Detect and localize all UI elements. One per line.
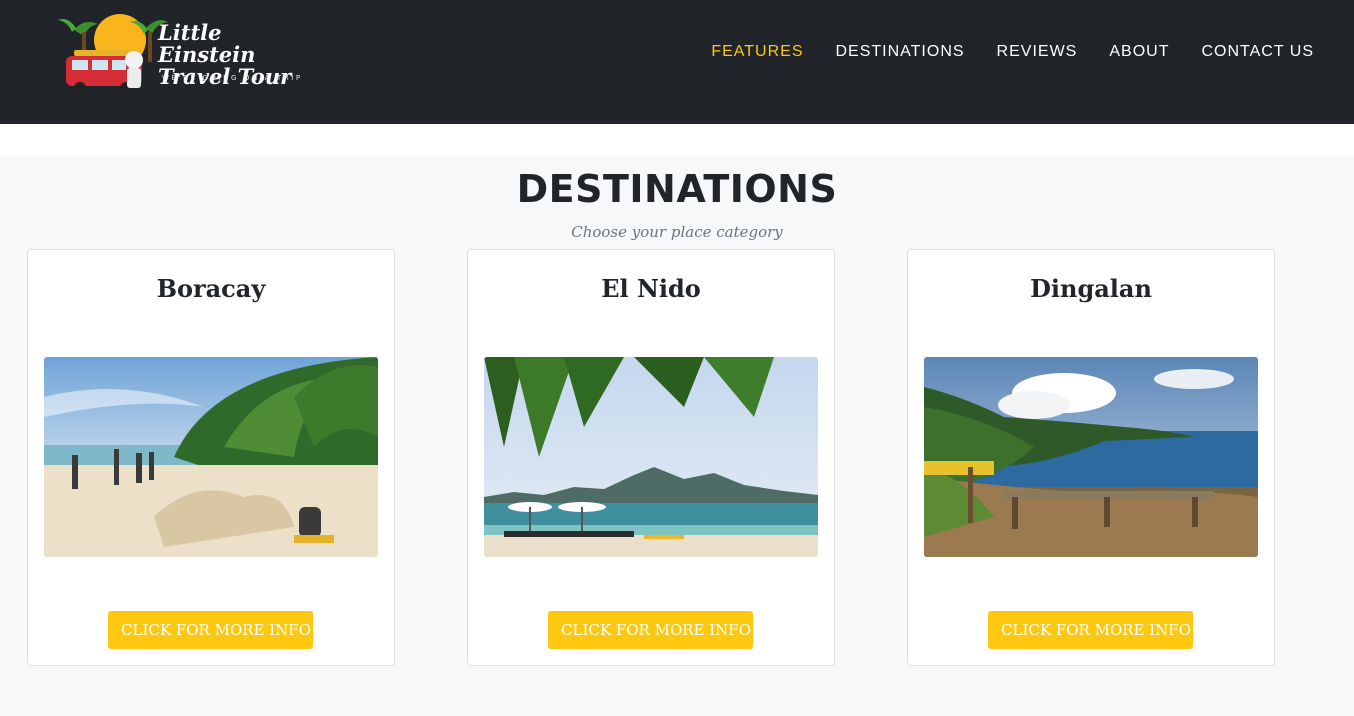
site-header: Little Einstein Travel Tour WE'RE GOING … [0,0,1354,124]
nav-reviews[interactable]: REVIEWS [997,42,1078,62]
destination-card-dingalan: Dingalan CLICK FOR MORE INFO! [907,249,1275,666]
card-title: El Nido [601,274,701,303]
nav-features[interactable]: FEATURES [711,42,803,62]
destination-card-boracay: Boracay CLICK FOR MORE INFO! [27,249,395,666]
main-nav: FEATURES DESTINATIONS REVIEWS ABOUT CONT… [679,42,1314,62]
nav-about[interactable]: ABOUT [1109,42,1169,62]
boracay-beach-photo [44,357,378,557]
destination-card-el-nido: El Nido CLICK FOR MORE INFO! [467,249,835,666]
nav-contact-us[interactable]: CONTACT US [1201,42,1314,62]
more-info-button-el-nido[interactable]: CLICK FOR MORE INFO! [548,611,757,649]
more-info-button-boracay[interactable]: CLICK FOR MORE INFO! [108,611,317,649]
site-logo[interactable]: Little Einstein Travel Tour WE'RE GOING … [54,10,314,100]
header-spacer [0,124,1354,156]
el-nido-beach-photo [484,357,818,557]
brand-name-line1: Little Einstein [158,20,256,67]
brand-tagline: WE'RE GOING ON A TRIP [162,74,303,82]
dingalan-cliff-photo [924,357,1258,557]
section-subtitle: Choose your place category [571,223,783,241]
nav-destinations[interactable]: DESTINATIONS [836,42,965,62]
more-info-button-dingalan[interactable]: CLICK FOR MORE INFO! [988,611,1197,649]
card-title: Dingalan [1030,274,1152,303]
card-title: Boracay [156,274,266,303]
section-title: DESTINATIONS [516,167,838,211]
